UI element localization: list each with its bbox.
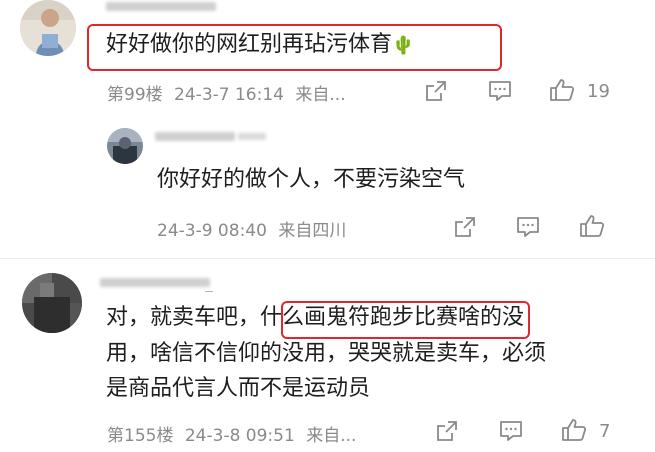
- reply-datetime: 24-3-9 08:40: [157, 221, 267, 241]
- comment-icon[interactable]: [499, 420, 523, 442]
- floor-number: 第99楼: [107, 85, 163, 105]
- avatar-image: [22, 273, 82, 333]
- avatar-image: [107, 128, 143, 164]
- username-blurred[interactable]: [106, 2, 216, 11]
- share-icon[interactable]: [454, 216, 476, 238]
- comment-2-text-a: 对，就卖车吧，: [106, 305, 261, 330]
- like-count: 7: [599, 421, 611, 442]
- like-icon[interactable]: [549, 78, 575, 102]
- reply-text: 你好好的做个人，不要污染空气: [157, 167, 466, 192]
- divider: [0, 258, 655, 259]
- avatar-comment-1[interactable]: [20, 0, 76, 56]
- reply-location: 来自四川: [278, 221, 347, 241]
- share-icon[interactable]: [436, 420, 458, 442]
- comment-2-line-1: 对，就卖车吧，什么画鬼符跑步比赛啥的没: [106, 300, 524, 336]
- like-icon[interactable]: [561, 418, 587, 442]
- comment-2-meta: 第155楼 24-3-8 09:51 来自...: [107, 421, 356, 446]
- username-blurred[interactable]: [155, 132, 235, 141]
- comment-1-meta: 第99楼 24-3-7 16:14 来自...: [107, 80, 346, 105]
- comment-2-line-3: 是商品代言人而不是运动员: [106, 376, 371, 401]
- username-underscore: [205, 291, 213, 292]
- comment-2-text-highlight: 什么画鬼符跑步比赛啥: [260, 305, 481, 330]
- floor-number: 第155楼: [107, 426, 174, 446]
- username-blurred: [238, 133, 266, 140]
- cactus-emoji: 🌵: [392, 35, 415, 56]
- reply-meta: 24-3-9 08:40 来自四川: [157, 216, 346, 241]
- comment-datetime: 24-3-7 16:14: [174, 85, 284, 105]
- like-count: 19: [587, 81, 610, 102]
- comment-2-text-b: 的没: [480, 305, 525, 330]
- comment-icon[interactable]: [488, 80, 512, 102]
- comment-datetime: 24-3-8 09:51: [184, 426, 295, 446]
- comment-1-text-row: 好好做你的网红别再玷污体育🌵: [106, 27, 414, 64]
- comment-location: 来自...: [295, 85, 346, 105]
- avatar-comment-2[interactable]: [22, 273, 82, 333]
- avatar-reply[interactable]: [107, 128, 143, 164]
- comment-location: 来自...: [306, 426, 357, 446]
- share-icon[interactable]: [425, 80, 447, 102]
- comment-1-text: 好好做你的网红别再玷污体育: [106, 32, 393, 57]
- like-icon[interactable]: [579, 214, 605, 238]
- avatar-image: [20, 0, 76, 56]
- comment-2-line-2: 用，啥信不信仰的没用，哭哭就是卖车，必须: [106, 341, 547, 366]
- username-blurred[interactable]: [100, 278, 210, 287]
- comment-icon[interactable]: [516, 216, 540, 238]
